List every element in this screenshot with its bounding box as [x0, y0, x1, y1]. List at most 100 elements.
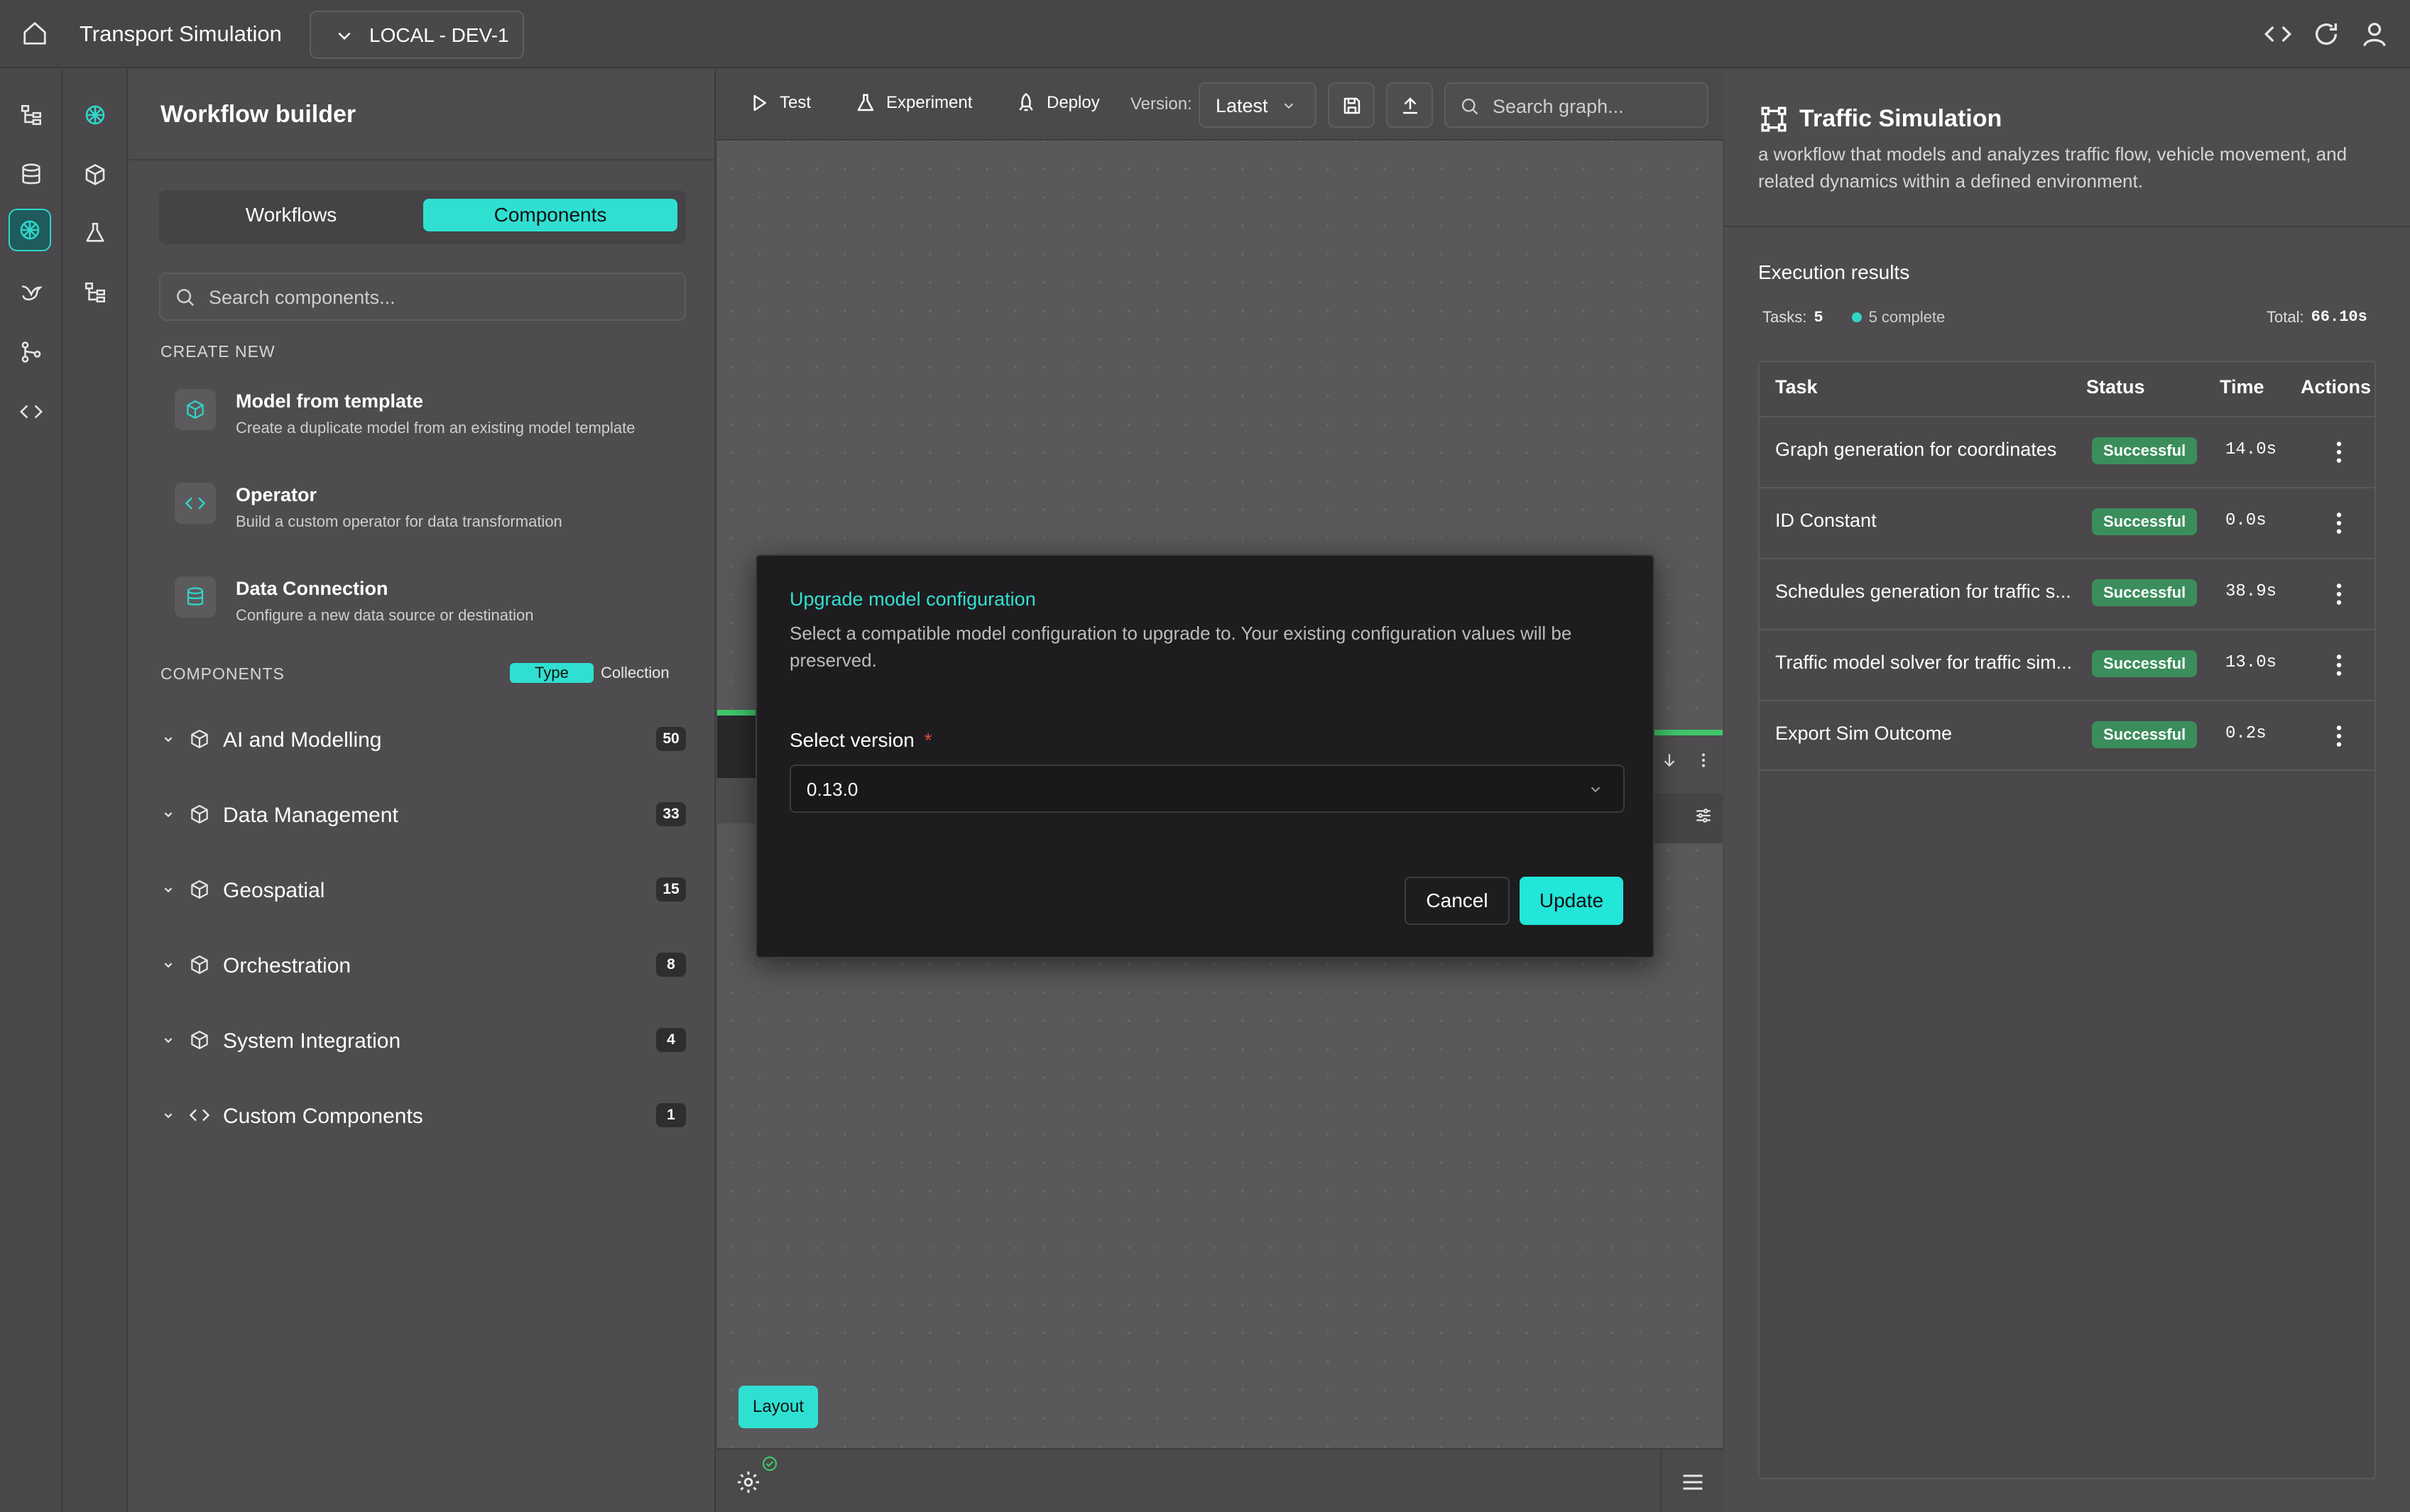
tab-components[interactable]: Components — [423, 199, 677, 231]
status-badge: Successful — [2092, 579, 2198, 606]
group-by-type[interactable]: Type — [510, 663, 594, 683]
chevron-down-icon — [160, 882, 176, 897]
more-vertical-icon[interactable] — [2325, 718, 2353, 754]
database-icon — [22, 163, 40, 185]
nav-experiment-button[interactable] — [10, 271, 53, 314]
more-vertical-icon[interactable] — [2325, 647, 2353, 683]
nav-tree-button[interactable] — [74, 271, 116, 314]
settings-icon[interactable] — [736, 1469, 761, 1495]
experiment-button[interactable]: Experiment — [855, 92, 972, 114]
component-group[interactable]: AI and Modelling 50 — [160, 716, 693, 765]
group-by-collection[interactable]: Collection — [601, 664, 670, 682]
environment-select[interactable]: LOCAL - DEV-1 — [310, 11, 524, 59]
total-time: Total: 66.10s — [2267, 308, 2367, 327]
sliders-icon[interactable] — [1694, 806, 1713, 825]
execution-results-heading: Execution results — [1758, 261, 1910, 283]
update-button[interactable]: Update — [1520, 877, 1623, 925]
tab-workflows[interactable]: Workflows — [168, 199, 415, 231]
component-count-badge: 15 — [656, 877, 686, 902]
workflow-icon — [1760, 105, 1788, 133]
refresh-icon[interactable] — [2312, 20, 2340, 48]
upgrade-model-dialog: Upgrade model configuration Select a com… — [756, 554, 1654, 958]
graph-search-field[interactable]: Search graph... — [1444, 82, 1708, 128]
menu-icon[interactable] — [1680, 1469, 1706, 1495]
create-model-from-template[interactable]: Model from template Create a duplicate m… — [175, 386, 686, 457]
table-row[interactable]: ID Constant Successful 0.0s — [1760, 487, 2374, 558]
create-item-description: Configure a new data source or destinati… — [236, 606, 534, 624]
workflow-title: Traffic Simulation — [1799, 105, 2002, 132]
nav-database-button[interactable] — [10, 153, 53, 196]
upload-icon — [1400, 95, 1421, 116]
cube-icon — [189, 804, 210, 825]
app-root: Transport Simulation LOCAL - DEV-1 Workf… — [0, 0, 2410, 1512]
component-group[interactable]: Data Management 33 — [160, 791, 693, 840]
component-search-field[interactable]: Search components... — [159, 273, 686, 321]
nav-flask-button[interactable] — [74, 212, 116, 254]
table-row[interactable]: Schedules generation for traffic s... Su… — [1760, 558, 2374, 629]
code-icon — [175, 483, 216, 524]
nav-cube-button[interactable] — [74, 153, 116, 196]
chevron-down-icon — [160, 731, 176, 747]
deploy-button[interactable]: Deploy — [1015, 92, 1100, 114]
layout-button[interactable]: Layout — [738, 1386, 818, 1428]
complete-dot — [1851, 312, 1862, 322]
environment-label: LOCAL - DEV-1 — [369, 24, 509, 46]
task-name: Graph generation for coordinates — [1775, 439, 2057, 460]
workflow-builder-panel: Workflow builder Workflows Components Se… — [129, 70, 716, 1512]
secondary-nav-rail — [64, 70, 128, 1512]
more-vertical-icon[interactable] — [2325, 505, 2353, 541]
required-indicator: * — [924, 729, 932, 751]
nav-brain-button[interactable] — [74, 94, 116, 136]
component-group[interactable]: Geospatial 15 — [160, 866, 693, 916]
cube-icon — [189, 728, 210, 750]
git-branch-icon — [21, 341, 41, 363]
check-circle-icon — [761, 1455, 778, 1472]
nav-code-button[interactable] — [10, 390, 53, 433]
table-row[interactable]: Graph generation for coordinates Success… — [1760, 416, 2374, 487]
search-icon — [175, 287, 196, 308]
chevron-down-icon — [1588, 782, 1603, 797]
upload-button[interactable] — [1386, 82, 1433, 128]
chevron-down-icon — [160, 957, 176, 973]
component-group-label: Orchestration — [223, 954, 351, 977]
component-group-label: System Integration — [223, 1029, 401, 1053]
canvas-node-left[interactable] — [717, 710, 760, 823]
nav-git-button[interactable] — [10, 331, 53, 373]
select-version-label: Select version * — [790, 729, 932, 752]
execution-results-table: Task Status Time Actions Graph generatio… — [1758, 361, 2376, 1479]
component-group-label: Geospatial — [223, 879, 325, 902]
experiment-label: Experiment — [886, 93, 973, 112]
chevron-down-icon — [160, 1107, 176, 1123]
more-vertical-icon[interactable] — [2325, 434, 2353, 470]
create-data-connection[interactable]: Data Connection Configure a new data sou… — [175, 574, 686, 645]
save-icon — [1341, 95, 1363, 116]
components-heading: COMPONENTS — [160, 664, 285, 683]
more-vertical-icon[interactable] — [1694, 751, 1713, 769]
table-row[interactable]: Traffic model solver for traffic sim... … — [1760, 629, 2374, 700]
more-vertical-icon[interactable] — [2325, 576, 2353, 612]
tasks-label: Tasks: — [1762, 308, 1807, 326]
test-button[interactable]: Test — [748, 92, 811, 114]
canvas-node-right[interactable] — [1654, 730, 1723, 843]
arrow-down-icon[interactable] — [1660, 751, 1679, 769]
version-dropdown[interactable]: 0.13.0 — [790, 765, 1625, 813]
flask-icon — [86, 222, 104, 242]
save-button[interactable] — [1328, 82, 1375, 128]
brain-icon — [85, 105, 105, 125]
chevron-down-icon — [1281, 98, 1297, 114]
component-group[interactable]: Custom Components 1 — [160, 1092, 693, 1141]
nav-hierarchy-button[interactable] — [10, 94, 53, 136]
create-operator[interactable]: Operator Build a custom operator for dat… — [175, 480, 686, 551]
home-icon[interactable] — [21, 20, 48, 47]
cancel-button[interactable]: Cancel — [1405, 877, 1510, 925]
version-select[interactable]: Latest — [1199, 82, 1316, 128]
table-row[interactable]: Export Sim Outcome Successful 0.2s — [1760, 700, 2374, 771]
panel-title: Workflow builder — [160, 101, 356, 128]
component-group[interactable]: Orchestration 8 — [160, 941, 693, 991]
component-count-badge: 50 — [656, 727, 686, 751]
nav-workflow-builder-button[interactable] — [9, 209, 51, 251]
component-group[interactable]: System Integration 4 — [160, 1017, 693, 1066]
user-icon[interactable] — [2360, 20, 2389, 48]
code-icon[interactable] — [2264, 20, 2292, 48]
create-item-description: Create a duplicate model from an existin… — [236, 419, 636, 437]
